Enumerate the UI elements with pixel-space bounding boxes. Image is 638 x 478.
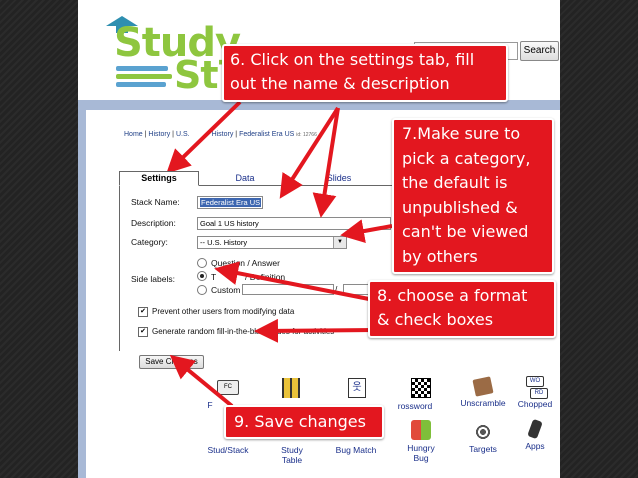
search-button[interactable]: Search: [520, 41, 559, 61]
breadcrumb-us-history[interactable]: U.S.: [176, 131, 190, 138]
breadcrumb: Home | History | U.S. History | Federalis…: [124, 131, 317, 138]
matching-icon: [282, 378, 300, 398]
apps-icon: [527, 418, 543, 440]
tab-settings[interactable]: Settings: [119, 171, 199, 186]
callout-step-8: 8. choose a format & check boxes: [368, 280, 556, 338]
game-study-table[interactable]: Study Table: [265, 445, 319, 465]
radio-term-definition-label-start: T: [211, 272, 217, 282]
game-label: Apps: [525, 441, 545, 451]
callout-7-line-2: pick a category,: [402, 148, 531, 168]
custom-separator: /: [335, 284, 338, 294]
logo-word-stack: St: [174, 53, 219, 97]
logo-books-icon: [116, 66, 172, 92]
callout-6-line-2: out the name & description: [230, 74, 450, 93]
callout-7-line-4: unpublished &: [402, 197, 518, 217]
game-flashcards[interactable]: FC F: [201, 380, 255, 410]
save-changes-button[interactable]: Save Changes: [139, 355, 204, 369]
callout-9-line-1: 9. Save changes: [234, 412, 366, 431]
game-apps[interactable]: Apps: [508, 418, 560, 451]
radio-question-answer-label: Question / Answer: [211, 258, 280, 268]
generate-clues-label: Generate random fill-in-the-blank clues …: [152, 327, 335, 336]
callout-7-line-5: can't be viewed: [402, 222, 529, 242]
game-unscramble[interactable]: Unscramble: [456, 376, 510, 408]
game-hangman[interactable]: 웃: [330, 378, 384, 401]
game-bug-match[interactable]: Bug Match: [329, 445, 383, 455]
stack-id: id: 12766: [296, 132, 317, 138]
chopped-badge-1: WO: [526, 376, 544, 387]
side-labels-label: Side labels:: [131, 274, 175, 284]
breadcrumb-history[interactable]: History: [148, 131, 170, 138]
prevent-modify-label: Prevent other users from modifying data: [152, 307, 295, 316]
game-chopped[interactable]: WO RD Chopped: [508, 376, 560, 409]
generate-clues-checkbox[interactable]: ✔: [138, 327, 148, 337]
radio-question-answer[interactable]: [197, 258, 207, 268]
crossword-icon: [411, 378, 431, 398]
radio-term-definition[interactable]: [197, 271, 207, 281]
callout-step-7: 7.Make sure to pick a category, the defa…: [392, 118, 554, 274]
breadcrumb-separator: |: [172, 131, 174, 138]
game-studystack[interactable]: Stud/Stack: [201, 445, 255, 455]
radio-custom-label: Custom: [211, 285, 241, 295]
unscramble-icon: [472, 376, 494, 397]
category-select[interactable]: -- U.S. History ▼: [197, 236, 347, 249]
game-crossword[interactable]: rossword: [394, 378, 448, 411]
left-background: [0, 0, 78, 478]
targets-icon: [474, 423, 492, 441]
radio-term-definition-label-end: / Definition: [245, 272, 286, 282]
game-label: Chopped: [517, 399, 553, 409]
game-hungry-bug[interactable]: Hungry Bug: [394, 420, 448, 463]
description-input[interactable]: Goal 1 US history: [197, 217, 391, 230]
category-value: -- U.S. History: [200, 238, 248, 247]
callout-7-line-3: the default is: [402, 173, 508, 193]
game-label: F: [207, 400, 213, 410]
chopped-badge-2: RD: [530, 388, 548, 399]
callout-8-line-1: 8. choose a format: [377, 286, 528, 305]
breadcrumb-home[interactable]: Home: [124, 131, 143, 138]
flashcards-icon: FC: [217, 380, 239, 395]
category-label: Category:: [131, 237, 168, 247]
game-label: rossword: [397, 401, 433, 411]
stack-name-value: Federalist Era US: [200, 198, 262, 207]
callout-6-line-1: 6. Click on the settings tab, fill: [230, 50, 475, 69]
radio-custom[interactable]: [197, 285, 207, 295]
callout-7-line-6: by others: [402, 246, 478, 266]
game-label: Bug Match: [335, 445, 377, 455]
tab-slides[interactable]: Slides: [304, 172, 374, 185]
game-label: Stud/Stack: [207, 445, 249, 455]
breadcrumb-separator: |: [235, 131, 238, 138]
breadcrumb-us-history-end[interactable]: History: [212, 131, 234, 138]
callout-step-6: 6. Click on the settings tab, fill out t…: [222, 44, 508, 102]
hungry-bug-icon: [411, 420, 431, 440]
breadcrumb-separator: |: [144, 131, 147, 138]
game-matching[interactable]: [264, 378, 318, 401]
callout-step-9: 9. Save changes: [224, 405, 384, 439]
right-background: [560, 0, 638, 478]
stack-name-input[interactable]: Federalist Era US: [197, 196, 263, 209]
game-label: Study Table: [281, 445, 303, 465]
game-label: Unscramble: [460, 398, 506, 408]
game-targets[interactable]: Targets: [456, 423, 510, 454]
game-label: Targets: [469, 444, 497, 454]
stack-name-label: Stack Name:: [131, 197, 180, 207]
custom-side1-input[interactable]: [242, 284, 334, 295]
breadcrumb-current[interactable]: Federalist Era US: [239, 131, 294, 138]
hangman-icon: 웃: [348, 378, 366, 398]
tab-data[interactable]: Data: [210, 172, 280, 185]
callout-8-line-2: & check boxes: [377, 310, 494, 329]
chopped-icon: WO RD: [524, 376, 548, 399]
game-label: Hungry Bug: [407, 443, 435, 463]
callout-7-line-1: 7.Make sure to: [402, 124, 521, 143]
prevent-modify-checkbox[interactable]: ✔: [138, 307, 148, 317]
description-label: Description:: [131, 218, 176, 228]
chevron-down-icon[interactable]: ▼: [333, 237, 346, 248]
